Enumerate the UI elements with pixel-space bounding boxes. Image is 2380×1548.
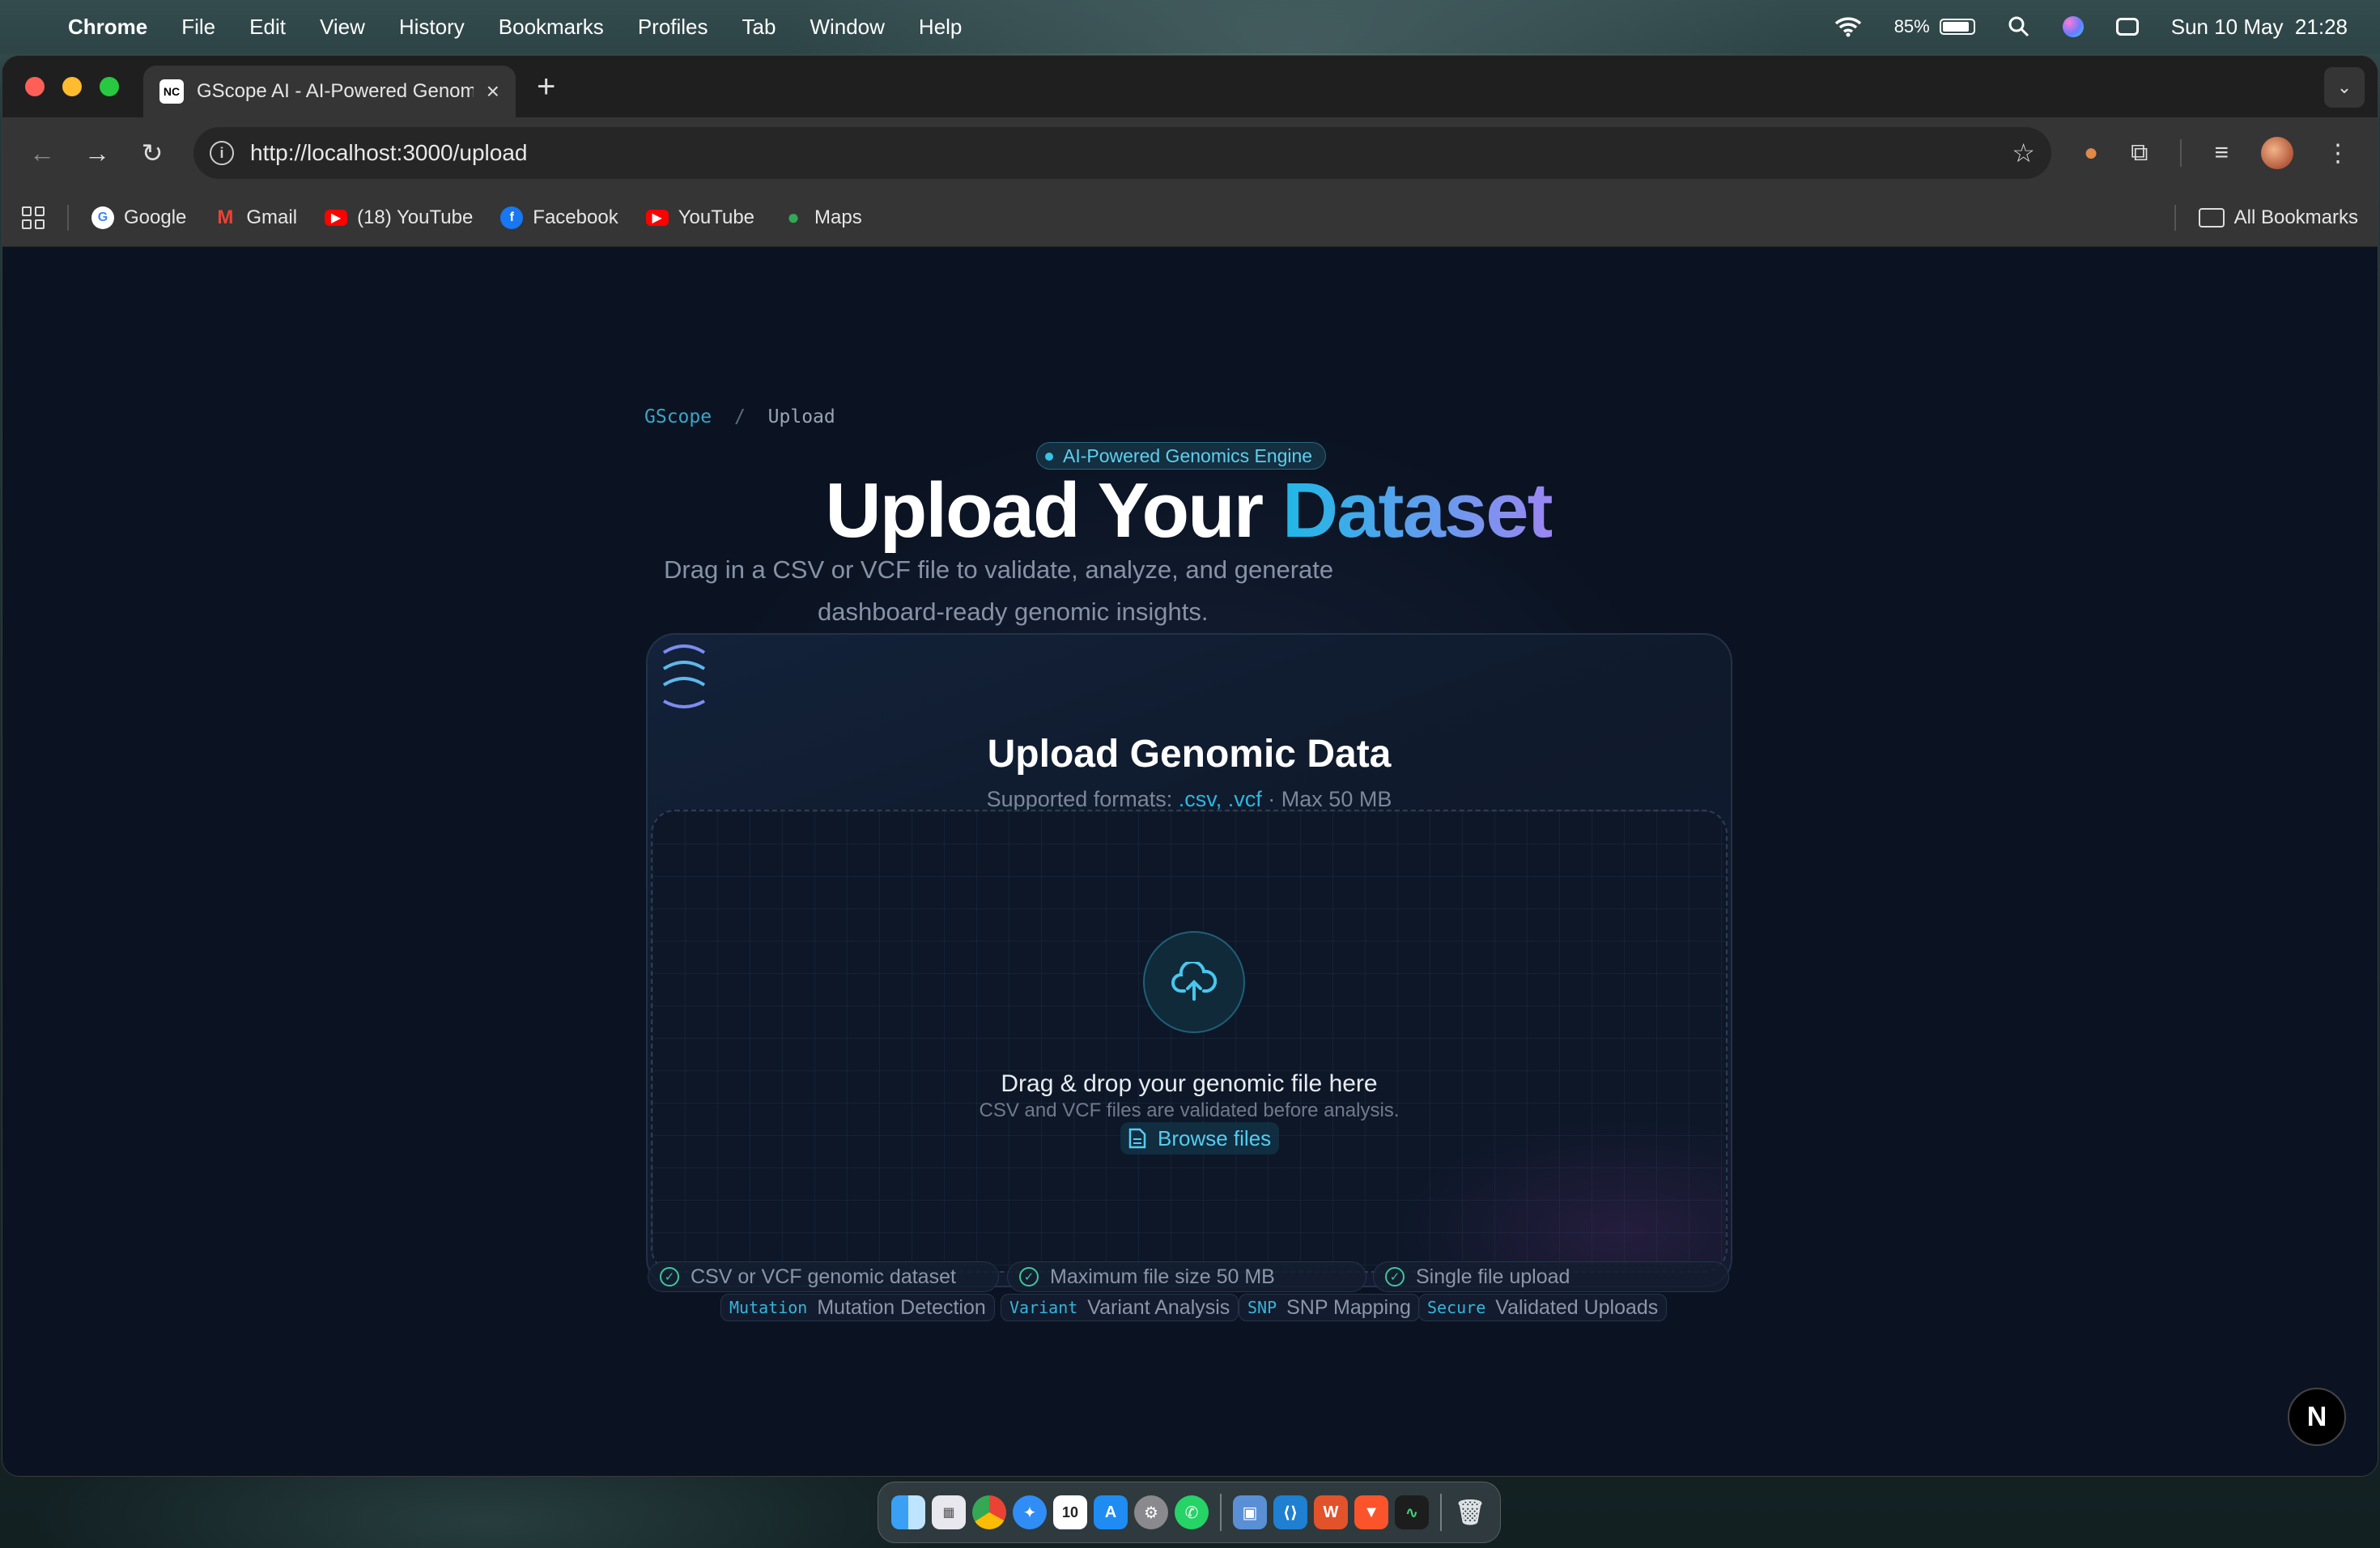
activity-monitor-icon[interactable]: ∿ <box>1395 1495 1429 1529</box>
toolbar-divider <box>2180 139 2182 167</box>
dock-divider <box>1440 1494 1442 1531</box>
menu-history[interactable]: History <box>399 15 465 40</box>
back-button[interactable]: ← <box>22 133 62 173</box>
office-icon[interactable]: W <box>1314 1495 1348 1529</box>
nextjs-dev-badge[interactable]: N <box>2288 1388 2346 1446</box>
bookmark-youtube[interactable]: ▶ YouTube <box>645 206 755 229</box>
tab-close-icon[interactable]: × <box>487 79 499 104</box>
menu-window[interactable]: Window <box>810 15 884 40</box>
bookmark-label: YouTube <box>678 206 755 228</box>
menu-bookmarks[interactable]: Bookmarks <box>499 15 604 40</box>
menu-file[interactable]: File <box>181 15 215 40</box>
tab-title: GScope AI - AI-Powered Genomics <box>197 80 474 102</box>
macos-dock: ▦ ✦ 10 A ⚙ ✆ ▣ ⟨⟩ W ▼ ∿ 🗑 <box>878 1482 1501 1543</box>
battery-icon <box>1939 19 1975 35</box>
siri-icon[interactable] <box>2062 16 2084 37</box>
folder-icon <box>2198 207 2225 228</box>
forward-button[interactable]: → <box>77 133 117 173</box>
battery-indicator[interactable]: 85% <box>1894 16 1975 37</box>
finder-icon[interactable] <box>891 1495 925 1529</box>
bookmark-label: Gmail <box>246 206 298 228</box>
menu-help[interactable]: Help <box>919 15 962 40</box>
window-controls <box>25 77 119 96</box>
browse-files-label: Browse files <box>1158 1125 1272 1150</box>
reload-button[interactable]: ↻ <box>132 133 172 173</box>
google-icon: G <box>91 206 114 229</box>
tab-search-button[interactable]: ⌄ <box>2324 67 2365 108</box>
upload-cloud-button[interactable] <box>1143 931 1245 1033</box>
menu-app-name[interactable]: Chrome <box>68 15 147 40</box>
all-bookmarks-button[interactable]: All Bookmarks <box>2198 206 2358 229</box>
spotlight-search-icon[interactable] <box>2008 15 2030 38</box>
bookmark-google[interactable]: G Google <box>91 206 186 229</box>
brave-icon[interactable]: ▼ <box>1354 1495 1388 1529</box>
reading-list-icon[interactable]: ≡ <box>2214 139 2229 167</box>
launchpad-icon[interactable]: ▦ <box>932 1495 966 1529</box>
site-info-icon[interactable]: i <box>210 141 234 165</box>
tab-strip: NC GScope AI - AI-Powered Genomics × + ⌄ <box>2 56 2378 117</box>
cookie-extension-icon[interactable]: ● <box>2084 139 2098 167</box>
dock-divider <box>1220 1494 1222 1531</box>
bookmark-star-icon[interactable]: ☆ <box>2012 138 2035 168</box>
facebook-icon: f <box>500 206 524 229</box>
trash-icon[interactable]: 🗑 <box>1453 1495 1487 1529</box>
browser-toolbar: ← → ↻ i http://localhost:3000/upload ☆ ●… <box>2 117 2378 189</box>
finder-window-icon[interactable]: ▣ <box>1233 1495 1267 1529</box>
minimize-window-button[interactable] <box>62 77 82 96</box>
wifi-icon[interactable] <box>1834 16 1862 37</box>
chrome-menu-icon[interactable]: ⋮ <box>2326 139 2350 168</box>
menu-bar: Chrome File Edit View History Bookmarks … <box>0 0 2380 53</box>
tab-gscope[interactable]: NC GScope AI - AI-Powered Genomics × <box>143 66 516 117</box>
dropzone-title: Drag & drop your genomic file here <box>1001 1070 1378 1097</box>
new-tab-button[interactable]: + <box>537 69 555 105</box>
menu-clock[interactable]: Sun 10 May 21:28 <box>2171 15 2348 40</box>
maps-icon: ● <box>787 205 800 229</box>
app-store-icon[interactable]: A <box>1094 1495 1128 1529</box>
bookmarks-divider <box>67 204 69 231</box>
youtube-icon: ▶ <box>645 209 669 226</box>
apps-grid-icon[interactable] <box>22 206 45 229</box>
tab-favicon: NC <box>159 79 184 104</box>
menu-tab[interactable]: Tab <box>742 15 776 40</box>
calendar-icon[interactable]: 10 <box>1053 1495 1087 1529</box>
bookmark-youtube-18[interactable]: ▶ (18) YouTube <box>325 206 473 229</box>
gmail-icon: M <box>217 206 234 228</box>
cloud-upload-icon <box>1171 962 1217 1001</box>
bookmark-label: (18) YouTube <box>357 206 474 228</box>
close-window-button[interactable] <box>25 77 45 96</box>
document-icon <box>1128 1128 1146 1149</box>
control-center-icon[interactable] <box>2115 18 2139 36</box>
bookmark-label: Google <box>124 206 187 228</box>
bookmark-maps[interactable]: ● Maps <box>782 205 862 229</box>
safari-icon[interactable]: ✦ <box>1013 1495 1047 1529</box>
chrome-icon[interactable] <box>972 1495 1006 1529</box>
bookmark-label: Maps <box>814 206 862 228</box>
bookmarks-bar: G Google M Gmail ▶ (18) YouTube f Facebo… <box>2 189 2378 247</box>
file-dropzone[interactable]: Drag & drop your genomic file here CSV a… <box>651 810 1728 1273</box>
dropzone-subtitle: CSV and VCF files are validated before a… <box>979 1099 1400 1121</box>
bookmark-gmail[interactable]: M Gmail <box>214 206 297 229</box>
menu-profiles[interactable]: Profiles <box>638 15 708 40</box>
address-bar[interactable]: i http://localhost:3000/upload ☆ <box>193 127 2051 179</box>
extensions-puzzle-icon[interactable]: ⧉ <box>2131 139 2148 167</box>
menu-edit[interactable]: Edit <box>249 15 286 40</box>
system-settings-icon[interactable]: ⚙ <box>1134 1495 1168 1529</box>
menu-view[interactable]: View <box>320 15 365 40</box>
whatsapp-icon[interactable]: ✆ <box>1175 1495 1209 1529</box>
bookmarks-divider <box>2174 204 2176 231</box>
bookmark-facebook[interactable]: f Facebook <box>500 206 618 229</box>
all-bookmarks-label: All Bookmarks <box>2233 206 2358 228</box>
address-url[interactable]: http://localhost:3000/upload <box>250 140 1995 166</box>
zoom-window-button[interactable] <box>100 77 119 96</box>
youtube-icon: ▶ <box>325 209 348 226</box>
browse-files-button[interactable]: Browse files <box>1120 1122 1280 1155</box>
profile-avatar[interactable] <box>2261 137 2293 169</box>
battery-percent: 85% <box>1893 16 1930 36</box>
bookmark-label: Facebook <box>533 206 618 228</box>
vscode-icon[interactable]: ⟨⟩ <box>1273 1495 1307 1529</box>
